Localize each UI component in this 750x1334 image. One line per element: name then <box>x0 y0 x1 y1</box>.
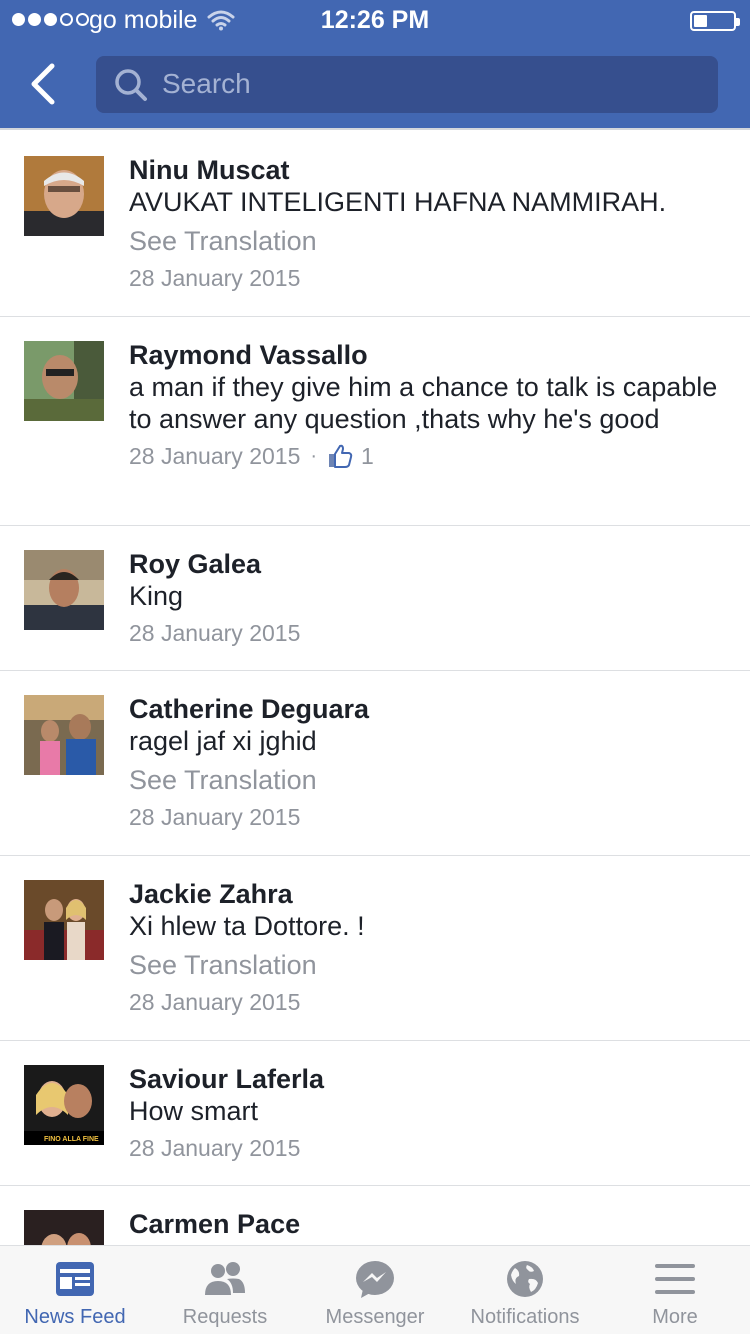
comment-item: Catherine Deguara ragel jaf xi jghid See… <box>0 671 750 856</box>
comment-item: Roy Galea King 28 January 2015 <box>0 526 750 671</box>
avatar-photo <box>24 695 104 775</box>
avatar-photo <box>24 341 104 421</box>
see-translation-link[interactable]: See Translation <box>129 764 730 796</box>
comment-text: ragel jaf xi jghid <box>129 726 317 756</box>
like-count: 1 <box>361 443 374 469</box>
comment-item: Jackie Zahra Xi hlew ta Dottore. ! See T… <box>0 856 750 1041</box>
comment-text: How smart <box>129 1096 259 1126</box>
status-time: 12:26 PM <box>320 6 430 34</box>
avatar-photo <box>24 550 104 630</box>
search-icon <box>115 69 147 101</box>
see-translation-link[interactable]: See Translation <box>129 949 730 981</box>
comment-author[interactable]: Raymond Vassallo <box>129 339 730 371</box>
comment-meta: 28 January 2015 <box>129 802 730 832</box>
comment-date: 28 January 2015 <box>129 989 301 1015</box>
comment-meta: 28 January 2015 <box>129 618 730 648</box>
chevron-left-icon <box>31 63 55 105</box>
friends-icon <box>205 1262 245 1295</box>
tab-more[interactable]: More <box>600 1246 750 1334</box>
top-navigation-bar: go mobile 12:26 PM <box>0 0 750 130</box>
comment-text: King <box>129 581 184 611</box>
comment-date: 28 January 2015 <box>129 620 301 646</box>
avatar[interactable] <box>24 156 104 236</box>
avatar[interactable]: FINO ALLA FINE <box>24 1065 104 1145</box>
see-translation-link[interactable]: See Translation <box>129 225 730 257</box>
avatar[interactable] <box>24 880 104 960</box>
tab-requests[interactable]: Requests <box>150 1246 300 1334</box>
comment-list: Ninu Muscat AVUKAT INTELIGENTI HAFNA NAM… <box>0 132 750 1306</box>
comment-date: 28 January 2015 <box>129 443 301 469</box>
tab-label: Notifications <box>470 1306 580 1328</box>
app-screen: go mobile 12:26 PM Search Ninu Muscat AV… <box>0 0 750 1334</box>
tab-label: Messenger <box>325 1306 425 1328</box>
comment-date: 28 January 2015 <box>129 804 301 830</box>
avatar-photo: FINO ALLA FINE <box>24 1065 104 1145</box>
comment-author[interactable]: Ninu Muscat <box>129 154 730 186</box>
back-button[interactable] <box>22 60 66 108</box>
tab-label: News Feed <box>24 1306 126 1328</box>
comment-text: Xi hlew ta Dottore. ! <box>129 911 365 941</box>
tab-news-feed[interactable]: News Feed <box>0 1246 150 1334</box>
battery-icon <box>690 11 740 31</box>
tab-label: More <box>652 1306 698 1328</box>
comment-meta: 28 January 2015 <box>129 1133 730 1163</box>
search-bar[interactable] <box>96 56 718 113</box>
comment-author[interactable]: Roy Galea <box>129 548 730 580</box>
meta-separator: · <box>310 445 318 467</box>
avatar[interactable] <box>24 341 104 421</box>
avatar-caption: FINO ALLA FINE <box>44 1136 99 1143</box>
avatar-photo <box>24 156 104 236</box>
comment-item: Ninu Muscat AVUKAT INTELIGENTI HAFNA NAM… <box>0 132 750 317</box>
comment-author[interactable]: Jackie Zahra <box>129 878 730 910</box>
comment-author[interactable]: Catherine Deguara <box>129 693 730 725</box>
tab-messenger[interactable]: Messenger <box>300 1246 450 1334</box>
avatar[interactable] <box>24 550 104 630</box>
comment-meta: 28 January 2015 · 1 <box>129 441 730 471</box>
messenger-icon <box>356 1261 394 1298</box>
bottom-tab-bar: News Feed Requests Messenger Notificatio… <box>0 1245 750 1334</box>
comment-date: 28 January 2015 <box>129 265 301 291</box>
tab-notifications[interactable]: Notifications <box>450 1246 600 1334</box>
comment-meta: 28 January 2015 <box>129 987 730 1017</box>
comment-item: FINO ALLA FINE Saviour Laferla How smart… <box>0 1041 750 1186</box>
tab-label: Requests <box>182 1306 268 1328</box>
comment-item: Raymond Vassallo a man if they give him … <box>0 317 750 526</box>
comment-date: 28 January 2015 <box>129 1135 301 1161</box>
comment-text: a man if they give him a chance to talk … <box>129 372 718 434</box>
menu-icon <box>655 1264 695 1294</box>
avatar[interactable] <box>24 695 104 775</box>
comment-meta: 28 January 2015 <box>129 263 730 293</box>
comment-author[interactable]: Saviour Laferla <box>129 1063 730 1095</box>
news-feed-icon <box>56 1262 94 1296</box>
search-input[interactable] <box>162 64 702 104</box>
like-icon[interactable] <box>327 443 353 469</box>
globe-icon <box>507 1261 543 1297</box>
avatar-photo <box>24 880 104 960</box>
status-bar: go mobile 12:26 PM <box>0 0 750 42</box>
comment-author[interactable]: Carmen Pace <box>129 1208 730 1240</box>
comment-text: AVUKAT INTELIGENTI HAFNA NAMMIRAH. <box>129 187 667 217</box>
